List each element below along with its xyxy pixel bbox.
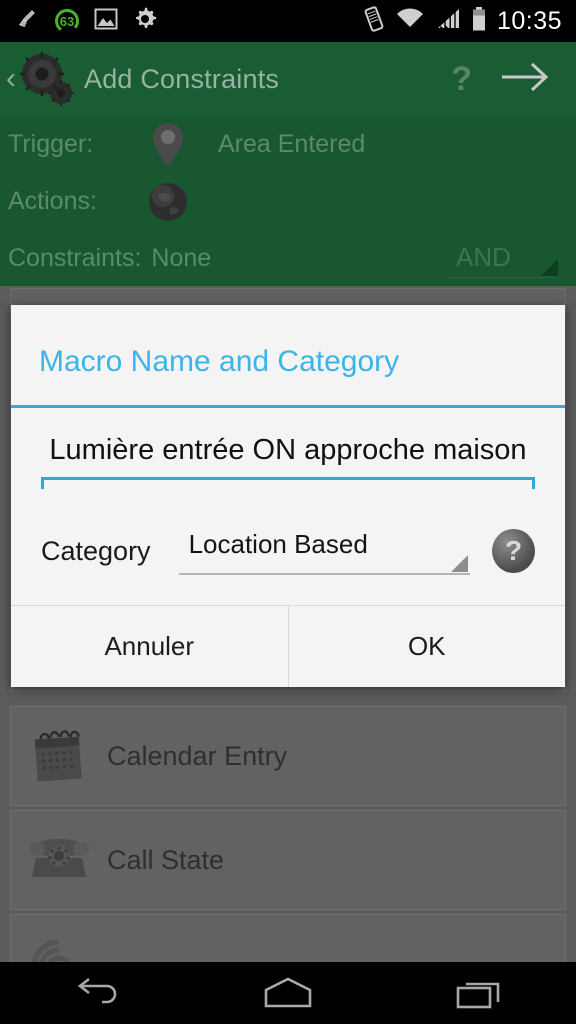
macro-name-underline-right-tick — [532, 477, 535, 489]
list-item-label: Call State — [107, 844, 225, 875]
vibrate-icon — [363, 5, 385, 37]
constraints-value: None — [151, 244, 212, 272]
category-value: Location Based — [188, 529, 368, 559]
list-item[interactable]: Call State — [10, 810, 566, 910]
android-nav-bar — [0, 962, 576, 1024]
trigger-value: Area Entered — [218, 130, 366, 158]
cleaner-broom-icon — [16, 7, 40, 36]
chevron-down-icon — [451, 555, 469, 572]
dialog-button-bar: Annuler OK — [11, 605, 565, 687]
help-button[interactable]: ? — [441, 62, 482, 96]
battery-percent-value: 63 — [59, 13, 75, 29]
cellular-signal-icon — [435, 7, 461, 36]
constraints-label: Constraints: — [8, 244, 142, 272]
recents-icon[interactable] — [425, 976, 535, 1010]
list-item[interactable]: Calendar Entry — [10, 706, 566, 806]
macro-name-underline — [41, 477, 535, 491]
constraints-row[interactable]: Constraints: None AND — [0, 230, 576, 287]
status-bar-clock: 10:35 — [496, 6, 562, 35]
category-underline — [178, 573, 471, 575]
globe-icon — [140, 180, 196, 224]
trigger-row[interactable]: Trigger: Area Entered — [0, 116, 576, 173]
status-bar: 63 10:35 — [0, 0, 576, 42]
battery-icon — [471, 6, 487, 37]
list-item-label: Calendar Entry — [107, 740, 288, 771]
macro-name-field[interactable] — [29, 408, 547, 501]
settings-gear-icon — [132, 6, 158, 37]
actions-row[interactable]: Actions: — [0, 173, 576, 230]
cancel-button[interactable]: Annuler — [11, 606, 289, 687]
arrow-right-icon[interactable] — [482, 57, 576, 102]
macro-name-input[interactable] — [41, 434, 535, 477]
macro-summary-panel: Trigger: Area Entered Actions: Constrain… — [0, 116, 576, 286]
dialog-body: Category Location Based ? — [11, 408, 565, 605]
category-label: Category — [41, 535, 151, 566]
trigger-label: Trigger: — [8, 130, 94, 158]
spinner-underline — [448, 277, 558, 278]
category-row: Category Location Based ? — [29, 501, 547, 605]
chevron-down-icon — [541, 259, 558, 276]
gears-icon[interactable] — [16, 48, 78, 110]
actions-label: Actions: — [8, 187, 97, 215]
page-title: Add Constraints — [84, 63, 280, 94]
category-help-icon[interactable]: ? — [492, 529, 535, 573]
status-bar-left-icons: 63 — [0, 6, 158, 37]
back-icon[interactable] — [41, 976, 151, 1010]
action-bar: ‹ Add Constraints ? — [0, 42, 576, 116]
logic-operator-spinner[interactable]: AND — [448, 240, 558, 282]
status-bar-right-icons: 10:35 — [363, 5, 576, 37]
logic-operator-value: AND — [456, 242, 511, 272]
map-pin-icon — [140, 121, 196, 169]
battery-percent-badge-icon: 63 — [54, 8, 80, 34]
telephone-icon — [11, 832, 107, 888]
wifi-icon — [395, 7, 425, 36]
dialog-title: Macro Name and Category — [39, 345, 400, 378]
screenshot-image-icon — [94, 8, 118, 35]
category-spinner[interactable]: Location Based — [178, 527, 471, 575]
home-icon[interactable] — [233, 976, 343, 1010]
macro-name-dialog: Macro Name and Category Category Locatio… — [11, 305, 565, 687]
calendar-icon — [11, 724, 107, 788]
ok-button[interactable]: OK — [288, 606, 565, 687]
